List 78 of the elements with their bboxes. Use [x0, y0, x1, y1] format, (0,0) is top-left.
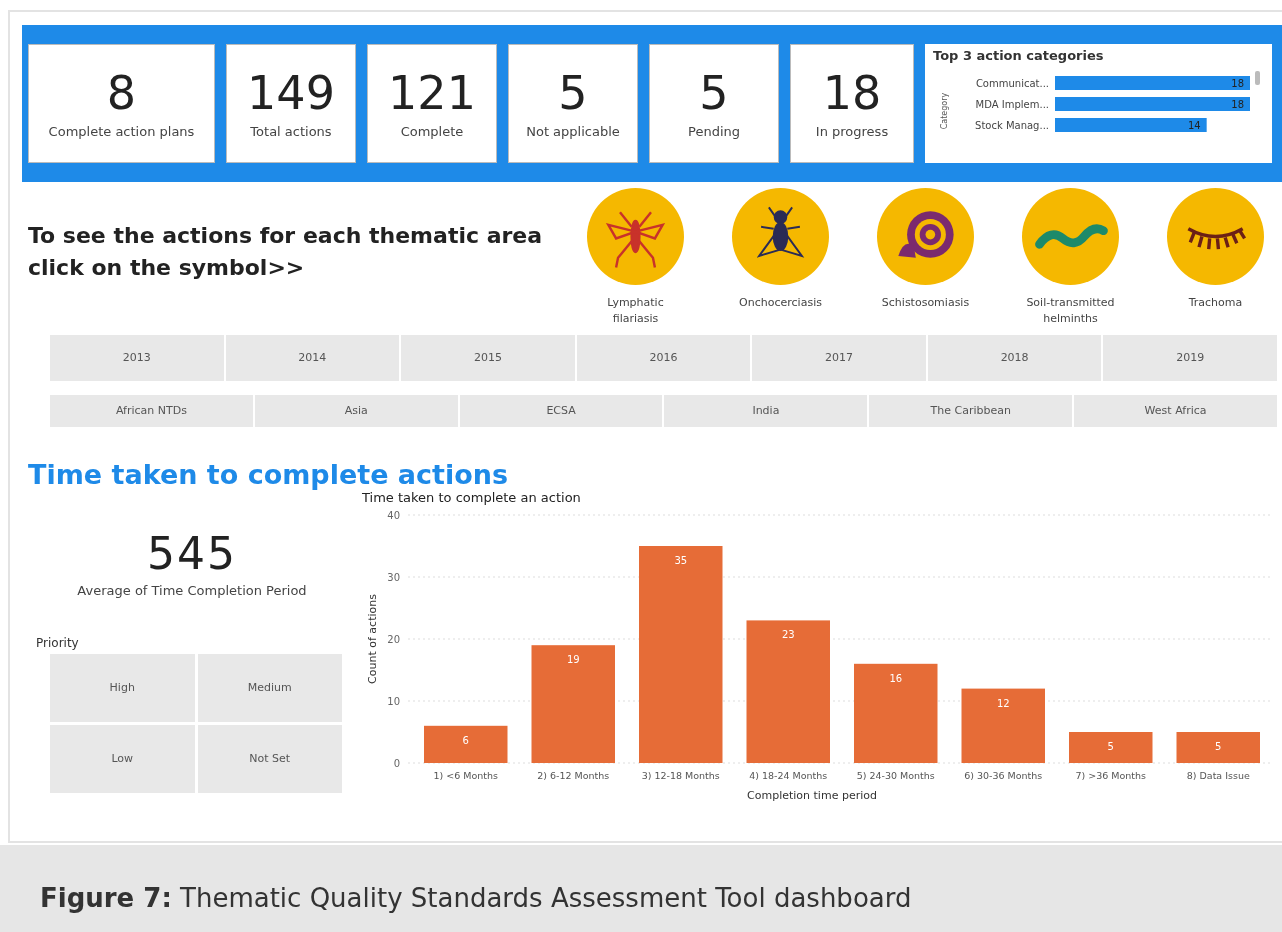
mosquito-icon[interactable] — [587, 188, 684, 285]
category-label: 6) 30-36 Months — [964, 769, 1043, 781]
category-label: 3) 12-18 Months — [641, 769, 720, 781]
region-option[interactable]: India — [664, 394, 868, 427]
year-option[interactable]: 2014 — [225, 334, 400, 381]
category-label: 7) >36 Months — [1075, 769, 1147, 781]
priority-option[interactable]: Not Set — [197, 724, 342, 793]
year-option[interactable]: 2019 — [1103, 334, 1277, 381]
tick-label: 30 — [387, 571, 400, 583]
year-option[interactable]: 2018 — [927, 334, 1102, 381]
snail-icon[interactable] — [877, 188, 974, 285]
worm-icon[interactable] — [1022, 188, 1119, 285]
region-option[interactable]: African NTDs — [50, 394, 253, 427]
axis-title: Count of actions — [366, 593, 379, 684]
kpi-value: 5 — [699, 67, 729, 119]
figure-caption: Figure 7: Thematic Quality Standards Assessment Tool dashboard — [40, 883, 912, 913]
category-label: 4) 18-24 Months — [749, 769, 828, 781]
kpi-value: 8 — [106, 67, 137, 119]
kpi-label: Complete action plans — [48, 124, 195, 140]
data-label: 6 — [462, 734, 469, 746]
region-option[interactable]: ECSA — [459, 394, 663, 427]
area-label[interactable]: Trachoma — [1165, 295, 1266, 311]
data-label: 12 — [996, 697, 1010, 709]
priority-option[interactable]: Medium — [197, 653, 342, 722]
category-label: 5) 24-30 Months — [856, 769, 935, 781]
average-label: Average of Time Completion Period — [76, 582, 308, 598]
tick-label: 40 — [387, 509, 400, 521]
area-label[interactable]: Onchocerciasis — [730, 295, 831, 311]
fly-icon[interactable] — [732, 188, 829, 285]
kpi-label: Complete — [400, 124, 464, 140]
area-label[interactable]: Lymphatic filariasis — [585, 295, 686, 327]
region-option[interactable]: The Caribbean — [869, 394, 1073, 427]
average-value: 545 — [146, 527, 238, 579]
data-label: 14 — [1187, 120, 1201, 131]
year-option[interactable]: 2015 — [401, 334, 575, 381]
data-label: 35 — [674, 554, 688, 566]
category-label: 1) <6 Months — [433, 769, 498, 781]
region-option[interactable]: West Africa — [1074, 394, 1277, 427]
instruction-text: To see the actions for each thematic area click on the symbol>> — [27, 222, 544, 282]
priority-title: Priority — [36, 635, 80, 650]
category-label: 8) Data Issue — [1186, 769, 1250, 781]
data-label: 16 — [889, 672, 903, 684]
area-label[interactable]: Soil-transmitted helminths — [1020, 295, 1121, 327]
kpi-label: Pending — [688, 124, 740, 140]
kpi-label: Not applicable — [526, 124, 620, 140]
year-option[interactable]: 2013 — [50, 334, 224, 381]
category-label: 2) 6-12 Months — [537, 769, 610, 781]
data-label: 18 — [1231, 78, 1244, 89]
year-option[interactable]: 2016 — [576, 334, 751, 381]
tick-label: 10 — [387, 695, 400, 707]
kpi-label: Total actions — [250, 124, 332, 140]
tick-label: 20 — [387, 633, 400, 645]
kpi-label: In progress — [815, 124, 889, 140]
category-label: MDA Implem... — [975, 99, 1049, 110]
region-option[interactable]: Asia — [254, 394, 458, 427]
data-label: 19 — [566, 654, 580, 666]
data-label: 5 — [1107, 740, 1114, 752]
axis-title: Category — [940, 92, 949, 130]
kpi-value: 5 — [558, 67, 588, 119]
category-label: Communicat... — [975, 78, 1049, 89]
section-title: Time taken to complete actions — [28, 458, 510, 490]
priority-option[interactable]: Low — [50, 724, 195, 793]
scrollbar[interactable] — [1255, 71, 1260, 85]
tick-label: 0 — [393, 757, 400, 769]
area-label[interactable]: Schistosomiasis — [875, 295, 976, 311]
kpi-value: 18 — [822, 67, 882, 119]
chart-title: Top 3 action categories — [933, 48, 1105, 63]
kpi-value: 149 — [247, 67, 335, 119]
priority-option[interactable]: High — [50, 653, 195, 722]
chart-title: Time taken to complete an action — [362, 489, 582, 505]
category-label: Stock Manag... — [975, 120, 1049, 131]
data-label: 18 — [1231, 99, 1244, 110]
axis-title: Completion time period — [747, 788, 877, 802]
data-label: 5 — [1215, 740, 1222, 752]
eyelash-icon[interactable] — [1167, 188, 1264, 285]
data-label: 23 — [781, 629, 795, 641]
kpi-value: 121 — [388, 67, 476, 119]
year-option[interactable]: 2017 — [752, 334, 926, 381]
